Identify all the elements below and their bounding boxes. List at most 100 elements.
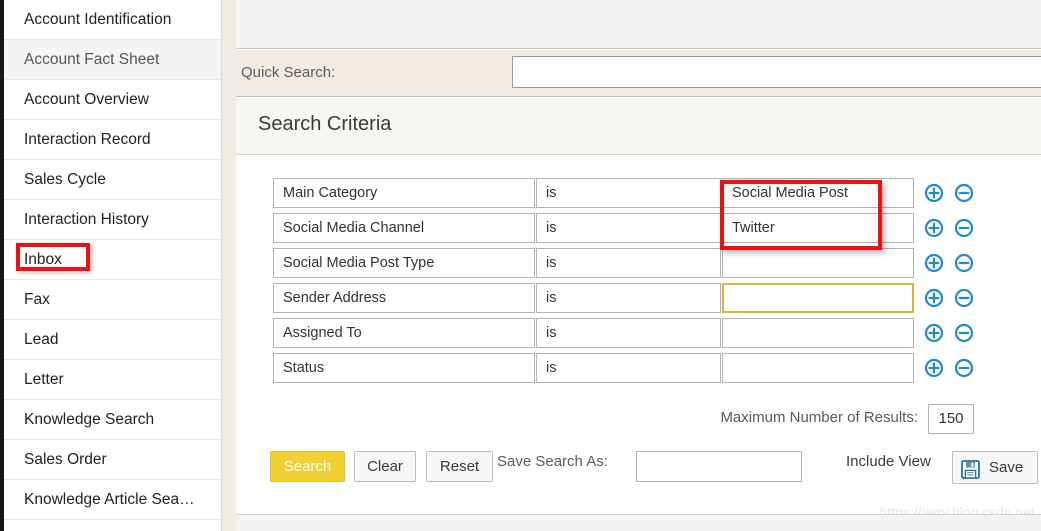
page-title: Search Criteria bbox=[258, 113, 392, 135]
sidebar-item-label: Account Fact Sheet bbox=[24, 51, 160, 68]
criteria-row: Social Media Post Type is bbox=[236, 248, 974, 283]
criteria-operator-select[interactable]: is bbox=[536, 318, 721, 348]
criteria-value-input[interactable]: Social Media Post bbox=[722, 178, 914, 208]
max-results-input[interactable]: 150 bbox=[928, 404, 974, 434]
criteria-value-input[interactable] bbox=[722, 248, 914, 278]
criteria-operator-select[interactable]: is bbox=[536, 178, 721, 208]
criteria-operator-label: is bbox=[546, 360, 557, 376]
criteria-field-label: Social Media Channel bbox=[283, 220, 425, 236]
sidebar-item-label: Knowledge Search bbox=[24, 411, 155, 428]
include-view-label: Include View bbox=[846, 453, 931, 470]
sidebar-item-label: Account Identification bbox=[24, 11, 172, 28]
quick-search-label: Quick Search: bbox=[241, 64, 336, 81]
criteria-operator-select[interactable]: is bbox=[536, 353, 721, 383]
criteria-operator-label: is bbox=[546, 325, 557, 341]
sidebar-item-label: Knowledge Article Sea… bbox=[24, 491, 195, 508]
sidebar-item-label: Interaction Record bbox=[24, 131, 151, 148]
save-button[interactable]: Save bbox=[952, 451, 1038, 484]
minus-circle-icon[interactable] bbox=[954, 218, 974, 238]
criteria-row: Assigned To is bbox=[236, 318, 974, 353]
criteria-field-label: Main Category bbox=[283, 185, 378, 201]
save-search-as-input[interactable] bbox=[636, 451, 802, 482]
search-criteria-header: Search Criteria bbox=[236, 98, 1041, 155]
main-content-panel: Quick Search: Search Criteria Main Categ… bbox=[236, 0, 1041, 531]
sidebar-item-label: Fax bbox=[24, 291, 50, 308]
minus-circle-icon[interactable] bbox=[954, 253, 974, 273]
sidebar-item-fax[interactable]: Fax bbox=[4, 280, 221, 320]
criteria-field-select[interactable]: Status bbox=[273, 353, 535, 383]
criteria-field-label: Status bbox=[283, 360, 325, 376]
criteria-row: Main Category is Social Media Post bbox=[236, 178, 974, 213]
criteria-operator-select[interactable]: is bbox=[536, 248, 721, 278]
plus-circle-icon[interactable] bbox=[924, 183, 944, 203]
reset-button[interactable]: Reset bbox=[426, 451, 493, 482]
minus-circle-icon[interactable] bbox=[954, 183, 974, 203]
sidebar-item-label: Inbox bbox=[24, 251, 62, 268]
criteria-field-label: Assigned To bbox=[283, 325, 362, 341]
sidebar-item-letter[interactable]: Letter bbox=[4, 360, 221, 400]
criteria-value-label: Twitter bbox=[732, 220, 775, 236]
criteria-value-input[interactable] bbox=[722, 318, 914, 348]
sidebar-item-lead[interactable]: Lead bbox=[4, 320, 221, 360]
criteria-value-input-focused[interactable] bbox=[722, 283, 914, 313]
sidebar-item-knowledge-article-search[interactable]: Knowledge Article Sea… bbox=[4, 480, 221, 520]
plus-circle-icon[interactable] bbox=[924, 253, 944, 273]
plus-circle-icon[interactable] bbox=[924, 358, 944, 378]
criteria-row: Social Media Channel is Twitter bbox=[236, 213, 974, 248]
criteria-row: Sender Address is bbox=[236, 283, 974, 318]
criteria-field-select[interactable]: Assigned To bbox=[273, 318, 535, 348]
bottom-strip bbox=[236, 514, 1041, 531]
criteria-value-label: Social Media Post bbox=[732, 185, 849, 201]
save-button-label: Save bbox=[989, 459, 1024, 476]
search-button[interactable]: Search bbox=[270, 451, 345, 482]
sidebar-item-account-identification[interactable]: Account Identification bbox=[4, 0, 221, 40]
minus-circle-icon[interactable] bbox=[954, 288, 974, 308]
criteria-field-select[interactable]: Social Media Channel bbox=[273, 213, 535, 243]
plus-circle-icon[interactable] bbox=[924, 288, 944, 308]
criteria-field-label: Social Media Post Type bbox=[283, 255, 435, 271]
criteria-operator-select[interactable]: is bbox=[536, 213, 721, 243]
quick-search-bar: Quick Search: bbox=[236, 50, 1041, 97]
floppy-disk-icon bbox=[961, 459, 980, 490]
sidebar-item-label: Letter bbox=[24, 371, 64, 388]
plus-circle-icon[interactable] bbox=[924, 218, 944, 238]
sidebar-item-label: Interaction History bbox=[24, 211, 149, 228]
criteria-field-label: Sender Address bbox=[283, 290, 387, 306]
sidebar-item-interaction-record[interactable]: Interaction Record bbox=[4, 120, 221, 160]
sidebar-item-label: Account Overview bbox=[24, 91, 149, 108]
sidebar-item-account-overview[interactable]: Account Overview bbox=[4, 80, 221, 120]
criteria-field-select[interactable]: Sender Address bbox=[273, 283, 535, 313]
minus-circle-icon[interactable] bbox=[954, 323, 974, 343]
sidebar-item-knowledge-search[interactable]: Knowledge Search bbox=[4, 400, 221, 440]
minus-circle-icon[interactable] bbox=[954, 358, 974, 378]
application-window: Account Identification Account Fact Shee… bbox=[0, 0, 1041, 531]
action-toolbar: Search Clear Reset Save Search As: Inclu… bbox=[236, 451, 1041, 491]
criteria-operator-label: is bbox=[546, 185, 557, 201]
sidebar-item-label: Lead bbox=[24, 331, 59, 348]
criteria-value-input[interactable] bbox=[722, 353, 914, 383]
sidebar-item-inbox[interactable]: Inbox bbox=[4, 240, 221, 280]
panel-gutter bbox=[223, 0, 236, 531]
plus-circle-icon[interactable] bbox=[924, 323, 944, 343]
criteria-operator-label: is bbox=[546, 255, 557, 271]
sidebar-item-label: Sales Cycle bbox=[24, 171, 106, 188]
sidebar-item-sales-order[interactable]: Sales Order bbox=[4, 440, 221, 480]
criteria-field-select[interactable]: Main Category bbox=[273, 178, 535, 208]
max-results-group: Maximum Number of Results: 150 bbox=[684, 404, 974, 434]
clear-button[interactable]: Clear bbox=[354, 451, 416, 482]
sidebar-item-account-fact-sheet[interactable]: Account Fact Sheet bbox=[4, 40, 221, 80]
navigation-sidebar: Account Identification Account Fact Shee… bbox=[0, 0, 222, 531]
quick-search-input[interactable] bbox=[512, 56, 1041, 88]
criteria-operator-select[interactable]: is bbox=[536, 283, 721, 313]
criteria-operator-label: is bbox=[546, 290, 557, 306]
max-results-label: Maximum Number of Results: bbox=[720, 409, 918, 426]
criteria-value-input[interactable]: Twitter bbox=[722, 213, 914, 243]
save-search-as-label: Save Search As: bbox=[497, 453, 608, 470]
sidebar-item-label: Sales Order bbox=[24, 451, 107, 468]
criteria-row: Status is bbox=[236, 353, 974, 388]
search-criteria-body: Main Category is Social Media Post Socia… bbox=[236, 156, 1041, 496]
sidebar-item-interaction-history[interactable]: Interaction History bbox=[4, 200, 221, 240]
criteria-field-select[interactable]: Social Media Post Type bbox=[273, 248, 535, 278]
top-toolbar-strip bbox=[236, 0, 1041, 49]
sidebar-item-sales-cycle[interactable]: Sales Cycle bbox=[4, 160, 221, 200]
